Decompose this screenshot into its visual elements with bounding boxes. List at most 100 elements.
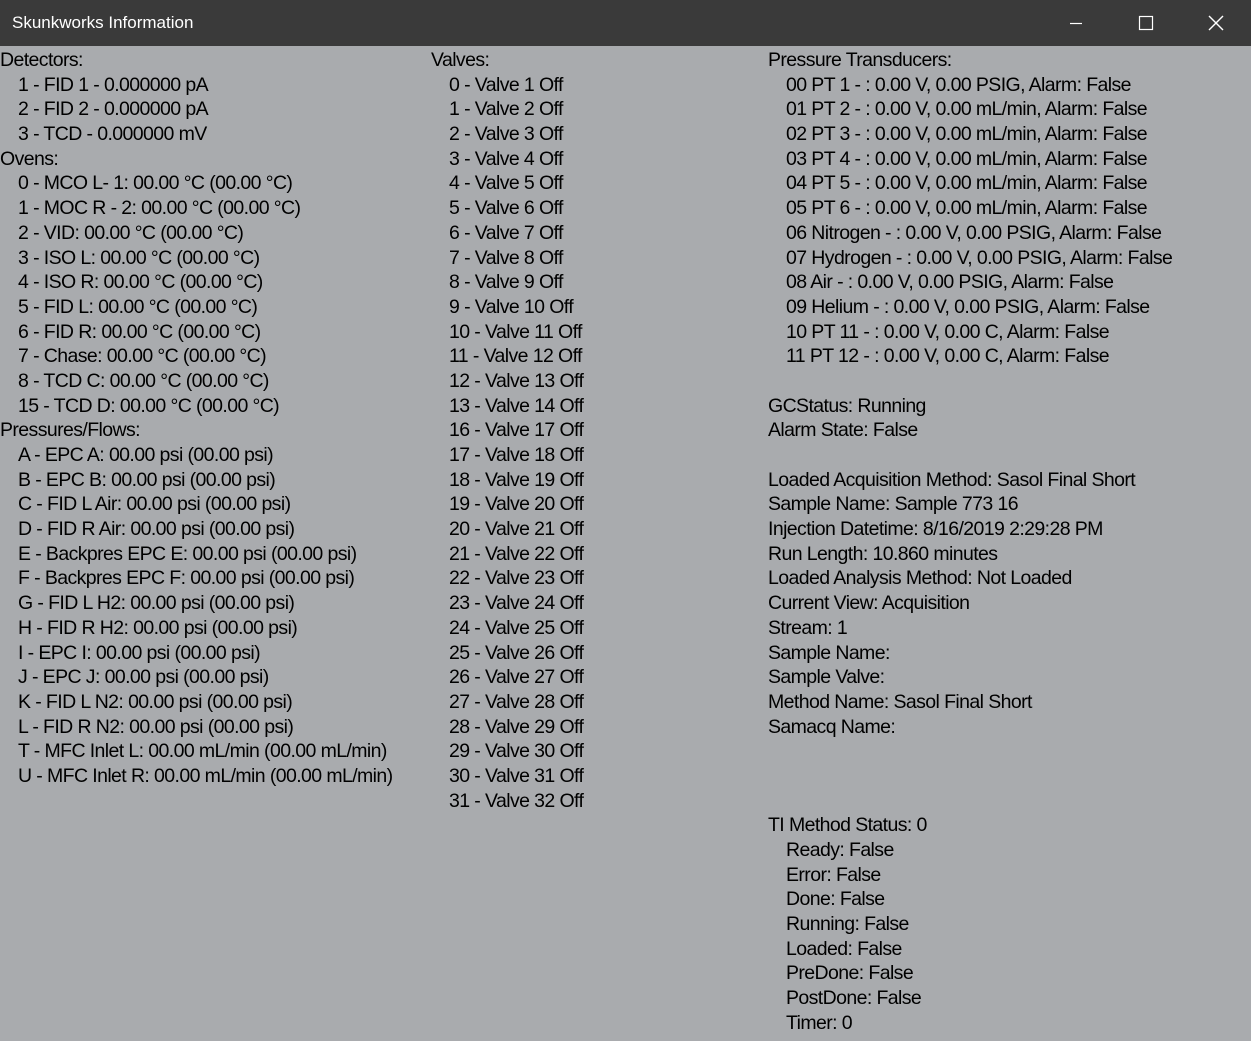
transducer-item: 11 PT 12 - : 0.00 V, 0.00 C, Alarm: Fals… (786, 345, 1110, 368)
info-panel: Detectors: 1 - FID 1 - 0.000000 pA 2 - F… (0, 46, 1251, 1041)
pressure-item: K - FID L N2: 00.00 psi (00.00 psi) (18, 690, 293, 713)
ti-status-item: Error: False (786, 863, 881, 886)
pressure-item: D - FID R Air: 00.00 psi (00.00 psi) (18, 518, 295, 541)
valve-item: 8 - Valve 9 Off (449, 271, 563, 294)
ti-status-item: Loaded: False (786, 937, 902, 960)
alarm-state: Alarm State: False (768, 419, 918, 442)
valve-item: 0 - Valve 1 Off (449, 73, 563, 96)
acquisition-method: Loaded Acquisition Method: Sasol Final S… (768, 468, 1136, 491)
transducer-item: 08 Air - : 0.00 V, 0.00 PSIG, Alarm: Fal… (786, 271, 1114, 294)
transducer-item: 02 PT 3 - : 0.00 V, 0.00 mL/min, Alarm: … (786, 123, 1148, 146)
pressure-item: G - FID L H2: 00.00 psi (00.00 psi) (18, 592, 295, 615)
valve-item: 25 - Valve 26 Off (449, 641, 584, 664)
valve-item: 27 - Valve 28 Off (449, 690, 584, 713)
oven-item: 3 - ISO L: 00.00 °C (00.00 °C) (18, 246, 260, 269)
oven-item: 2 - VID: 00.00 °C (00.00 °C) (18, 221, 244, 244)
transducer-item: 05 PT 6 - : 0.00 V, 0.00 mL/min, Alarm: … (786, 197, 1148, 220)
ti-status-item: Running: False (786, 913, 909, 936)
ti-status-item: PostDone: False (786, 987, 922, 1010)
valve-item: 26 - Valve 27 Off (449, 666, 584, 689)
ti-status-item: Timer: 0 (786, 1011, 853, 1034)
valves-header: Valves: (431, 49, 490, 71)
oven-item: 0 - MCO L- 1: 00.00 °C (00.00 °C) (18, 172, 293, 195)
valve-item: 23 - Valve 24 Off (449, 592, 584, 615)
valve-item: 19 - Valve 20 Off (449, 493, 584, 516)
pressure-item: F - Backpres EPC F: 00.00 psi (00.00 psi… (18, 567, 355, 590)
oven-item: 1 - MOC R - 2: 00.00 °C (00.00 °C) (18, 197, 301, 220)
minimize-button[interactable] (1041, 0, 1111, 46)
detector-item: 1 - FID 1 - 0.000000 pA (18, 73, 209, 96)
transducer-item: 01 PT 2 - : 0.00 V, 0.00 mL/min, Alarm: … (786, 98, 1148, 121)
ti-method-status: TI Method Status: 0 (768, 814, 927, 837)
pressure-item: A - EPC A: 00.00 psi (00.00 psi) (18, 444, 274, 466)
minimize-icon (1070, 22, 1082, 25)
transducer-item: 03 PT 4 - : 0.00 V, 0.00 mL/min, Alarm: … (786, 147, 1148, 170)
transducers-header: Pressure Transducers: (768, 49, 952, 71)
maximize-icon (1138, 15, 1154, 31)
valves-column: Valves: 0 - Valve 1 Off 1 - Valve 2 Off … (431, 48, 584, 813)
sample-name-secondary: Sample Name: (768, 641, 890, 664)
valve-item: 31 - Valve 32 Off (449, 789, 584, 812)
analysis-method: Loaded Analysis Method: Not Loaded (768, 567, 1072, 590)
pressure-item: U - MFC Inlet R: 00.00 mL/min (00.00 mL/… (18, 764, 393, 787)
oven-item: 7 - Chase: 00.00 °C (00.00 °C) (18, 345, 267, 368)
ti-status-item: PreDone: False (786, 962, 914, 985)
pressure-item: B - EPC B: 00.00 psi (00.00 psi) (18, 468, 276, 491)
current-view: Current View: Acquisition (768, 592, 970, 615)
valve-item: 12 - Valve 13 Off (449, 369, 584, 392)
pressures-header: Pressures/Flows: (0, 419, 141, 442)
pressure-item: E - Backpres EPC E: 00.00 psi (00.00 psi… (18, 542, 357, 565)
valve-item: 10 - Valve 11 Off (449, 320, 582, 343)
valve-item: 22 - Valve 23 Off (449, 567, 584, 590)
close-button[interactable] (1181, 0, 1251, 46)
close-icon (1208, 15, 1224, 31)
transducer-item: 07 Hydrogen - : 0.00 V, 0.00 PSIG, Alarm… (786, 246, 1173, 269)
detector-item: 2 - FID 2 - 0.000000 pA (18, 98, 209, 121)
left-column: Detectors: 1 - FID 1 - 0.000000 pA 2 - F… (0, 48, 393, 789)
valve-item: 1 - Valve 2 Off (449, 98, 563, 121)
samacq-name: Samacq Name: (768, 715, 896, 738)
valve-item: 4 - Valve 5 Off (449, 172, 563, 195)
valve-item: 28 - Valve 29 Off (449, 715, 584, 738)
valve-item: 6 - Valve 7 Off (449, 221, 563, 244)
valve-item: 9 - Valve 10 Off (449, 295, 574, 318)
ti-status-item: Done: False (786, 888, 885, 911)
ovens-header: Ovens: (0, 147, 59, 170)
valve-item: 18 - Valve 19 Off (449, 468, 584, 491)
maximize-button[interactable] (1111, 0, 1181, 46)
pressure-item: T - MFC Inlet L: 00.00 mL/min (00.00 mL/… (18, 740, 387, 763)
sample-valve: Sample Valve: (768, 666, 885, 689)
title-bar[interactable]: Skunkworks Information (0, 0, 1251, 46)
oven-item: 8 - TCD C: 00.00 °C (00.00 °C) (18, 369, 269, 392)
valve-item: 13 - Valve 14 Off (449, 394, 584, 417)
valve-item: 29 - Valve 30 Off (449, 740, 584, 763)
valve-item: 5 - Valve 6 Off (449, 197, 563, 220)
valve-item: 2 - Valve 3 Off (449, 123, 563, 146)
right-column: Pressure Transducers: 00 PT 1 - : 0.00 V… (768, 48, 1173, 1036)
transducer-item: 09 Helium - : 0.00 V, 0.00 PSIG, Alarm: … (786, 295, 1150, 318)
transducer-item: 00 PT 1 - : 0.00 V, 0.00 PSIG, Alarm: Fa… (786, 73, 1132, 96)
transducer-item: 10 PT 11 - : 0.00 V, 0.00 C, Alarm: Fals… (786, 320, 1110, 343)
transducer-item: 06 Nitrogen - : 0.00 V, 0.00 PSIG, Alarm… (786, 221, 1162, 244)
valve-item: 7 - Valve 8 Off (449, 246, 563, 269)
valve-item: 11 - Valve 12 Off (449, 345, 582, 368)
oven-item: 4 - ISO R: 00.00 °C (00.00 °C) (18, 271, 263, 294)
oven-item: 5 - FID L: 00.00 °C (00.00 °C) (18, 295, 258, 318)
valve-item: 24 - Valve 25 Off (449, 616, 584, 639)
detector-item: 3 - TCD - 0.000000 mV (18, 123, 207, 146)
injection-datetime: Injection Datetime: 8/16/2019 2:29:28 PM (768, 518, 1103, 541)
valve-item: 3 - Valve 4 Off (449, 147, 563, 170)
pressure-item: C - FID L Air: 00.00 psi (00.00 psi) (18, 493, 291, 516)
oven-item: 15 - TCD D: 00.00 °C (00.00 °C) (18, 394, 280, 417)
pressure-item: H - FID R H2: 00.00 psi (00.00 psi) (18, 616, 298, 639)
valve-item: 16 - Valve 17 Off (449, 419, 584, 442)
run-length: Run Length: 10.860 minutes (768, 542, 998, 565)
ti-status-item: Ready: False (786, 839, 894, 861)
detectors-header: Detectors: (0, 49, 83, 71)
valve-item: 20 - Valve 21 Off (449, 518, 584, 541)
